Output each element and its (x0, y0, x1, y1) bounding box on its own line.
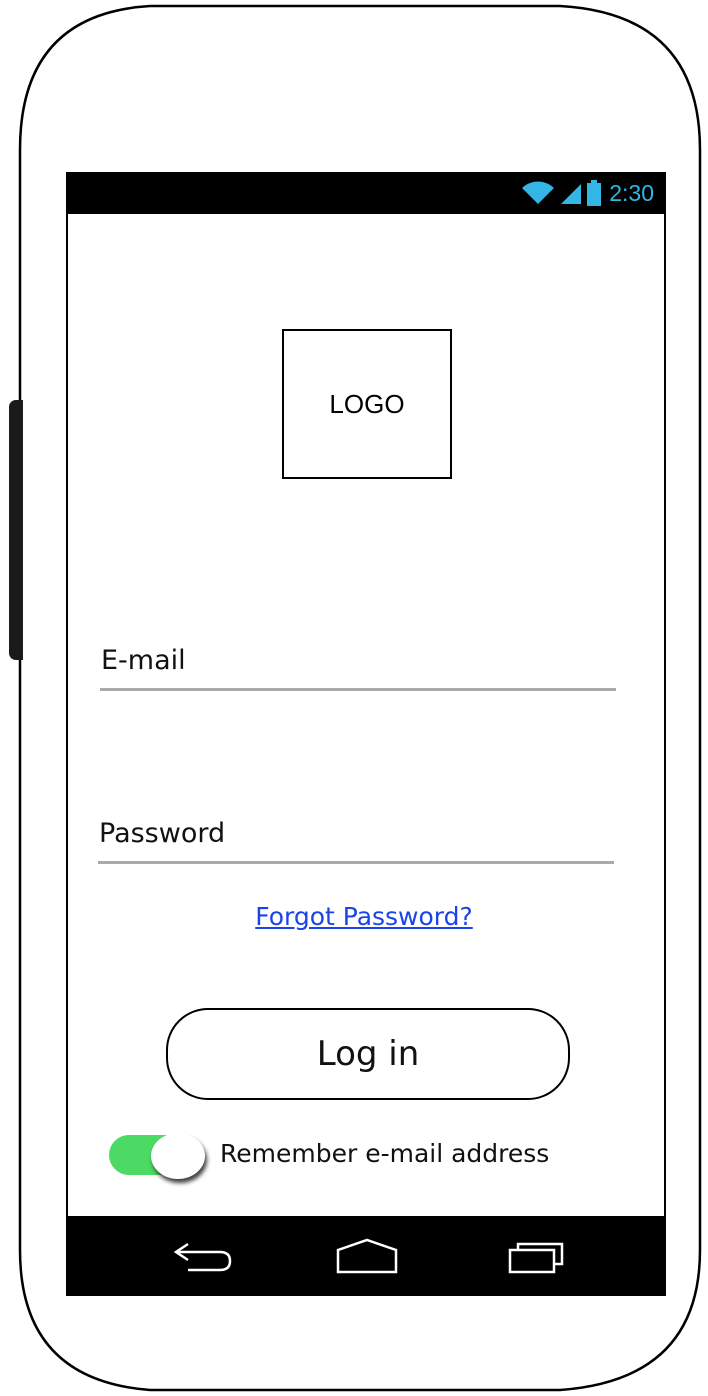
login-button[interactable]: Log in (166, 1008, 570, 1100)
phone-screen: 2:30 LOGO E-mail Password Forgot Passwor… (66, 172, 666, 1296)
wifi-icon (522, 181, 555, 204)
navigation-bar (68, 1216, 664, 1296)
password-field-label: Password (99, 818, 226, 849)
password-field[interactable]: Password (98, 802, 614, 864)
forgot-password-link[interactable]: Forgot Password? (68, 902, 660, 931)
toggle-knob (151, 1133, 205, 1179)
home-icon[interactable] (332, 1234, 402, 1278)
status-bar: 2:30 (68, 172, 664, 214)
back-icon[interactable] (168, 1234, 238, 1278)
status-icons: 2:30 (521, 176, 654, 210)
battery-icon (587, 180, 602, 206)
login-button-label: Log in (316, 1034, 420, 1074)
recents-icon[interactable] (504, 1234, 574, 1278)
email-field-label: E-mail (101, 645, 186, 676)
email-field[interactable]: E-mail (100, 621, 616, 691)
logo-text: LOGO (329, 388, 405, 419)
logo-placeholder: LOGO (282, 329, 452, 479)
side-button (9, 400, 23, 660)
remember-email-label: Remember e-mail address (220, 1139, 550, 1168)
signal-icon (561, 184, 582, 204)
remember-email-toggle[interactable] (109, 1133, 205, 1179)
status-time: 2:30 (609, 179, 654, 206)
